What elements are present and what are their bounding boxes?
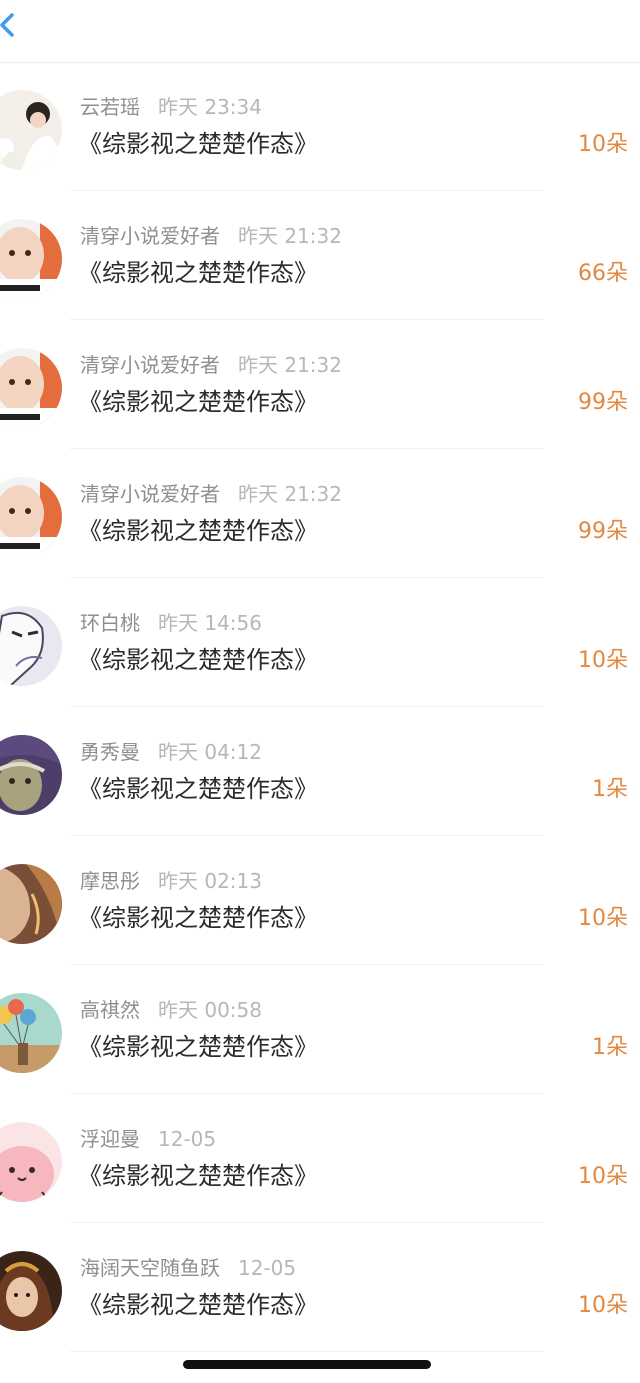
user-name[interactable]: 云若瑶 <box>80 95 140 119</box>
avatar[interactable] <box>0 993 62 1073</box>
home-indicator[interactable] <box>183 1360 431 1369</box>
record-meta: 海阔天空随鱼跃 12-05 <box>80 1255 296 1281</box>
record-meta: 环白桃 昨天 14:56 <box>80 610 262 636</box>
book-title[interactable]: 《综影视之楚楚作态》 <box>78 1031 318 1063</box>
avatar[interactable] <box>0 477 62 557</box>
avatar[interactable] <box>0 348 62 428</box>
user-name[interactable]: 环白桃 <box>80 611 140 635</box>
user-name[interactable]: 清穿小说爱好者 <box>80 482 220 506</box>
avatar[interactable] <box>0 90 62 170</box>
user-name[interactable]: 勇秀曼 <box>80 740 140 764</box>
top-bar <box>0 0 640 63</box>
user-name[interactable]: 海阔天空随鱼跃 <box>80 1256 220 1280</box>
record-meta: 清穿小说爱好者 昨天 21:32 <box>80 481 342 507</box>
timestamp: 昨天 21:32 <box>238 482 342 506</box>
avatar[interactable] <box>0 864 62 944</box>
list-item[interactable]: 清穿小说爱好者 昨天 21:32 《综影视之楚楚作态》 99朵 <box>0 449 640 578</box>
flower-count: 1朵 <box>592 777 628 802</box>
record-meta: 清穿小说爱好者 昨天 21:32 <box>80 352 342 378</box>
flower-count: 10朵 <box>578 906 628 931</box>
flower-count: 10朵 <box>578 1164 628 1189</box>
book-title[interactable]: 《综影视之楚楚作态》 <box>78 257 318 289</box>
book-title[interactable]: 《综影视之楚楚作态》 <box>78 1289 318 1321</box>
list-item[interactable]: 清穿小说爱好者 昨天 21:32 《综影视之楚楚作态》 66朵 <box>0 191 640 320</box>
book-title[interactable]: 《综影视之楚楚作态》 <box>78 773 318 805</box>
avatar[interactable] <box>0 1122 62 1202</box>
user-name[interactable]: 高祺然 <box>80 998 140 1022</box>
book-title[interactable]: 《综影视之楚楚作态》 <box>78 902 318 934</box>
list-item[interactable]: 环白桃 昨天 14:56 《综影视之楚楚作态》 10朵 <box>0 578 640 707</box>
timestamp: 12-05 <box>238 1256 297 1280</box>
flower-count: 99朵 <box>578 390 628 415</box>
gift-record-list: 云若瑶 昨天 23:34 《综影视之楚楚作态》 10朵 清穿小说爱好者 昨天 21:… <box>0 62 640 1352</box>
timestamp: 昨天 21:32 <box>238 224 342 248</box>
timestamp: 昨天 02:13 <box>158 869 262 893</box>
book-title[interactable]: 《综影视之楚楚作态》 <box>78 1160 318 1192</box>
user-name[interactable]: 摩思彤 <box>80 869 140 893</box>
record-meta: 清穿小说爱好者 昨天 21:32 <box>80 223 342 249</box>
book-title[interactable]: 《综影视之楚楚作态》 <box>78 128 318 160</box>
list-item[interactable]: 海阔天空随鱼跃 12-05 《综影视之楚楚作态》 10朵 <box>0 1223 640 1352</box>
avatar[interactable] <box>0 1251 62 1331</box>
record-meta: 云若瑶 昨天 23:34 <box>80 94 262 120</box>
record-meta: 摩思彤 昨天 02:13 <box>80 868 262 894</box>
user-name[interactable]: 浮迎曼 <box>80 1127 140 1151</box>
avatar[interactable] <box>0 735 62 815</box>
record-meta: 高祺然 昨天 00:58 <box>80 997 262 1023</box>
flower-count: 10朵 <box>578 1293 628 1318</box>
timestamp: 昨天 14:56 <box>158 611 262 635</box>
chevron-left-icon[interactable] <box>0 10 24 40</box>
flower-count: 99朵 <box>578 519 628 544</box>
list-item[interactable]: 清穿小说爱好者 昨天 21:32 《综影视之楚楚作态》 99朵 <box>0 320 640 449</box>
avatar[interactable] <box>0 606 62 686</box>
avatar[interactable] <box>0 219 62 299</box>
timestamp: 昨天 21:32 <box>238 353 342 377</box>
timestamp: 12-05 <box>158 1127 217 1151</box>
timestamp: 昨天 04:12 <box>158 740 262 764</box>
user-name[interactable]: 清穿小说爱好者 <box>80 353 220 377</box>
list-item[interactable]: 勇秀曼 昨天 04:12 《综影视之楚楚作态》 1朵 <box>0 707 640 836</box>
timestamp: 昨天 23:34 <box>158 95 262 119</box>
list-item[interactable]: 摩思彤 昨天 02:13 《综影视之楚楚作态》 10朵 <box>0 836 640 965</box>
list-item[interactable]: 云若瑶 昨天 23:34 《综影视之楚楚作态》 10朵 <box>0 62 640 191</box>
book-title[interactable]: 《综影视之楚楚作态》 <box>78 386 318 418</box>
record-meta: 勇秀曼 昨天 04:12 <box>80 739 262 765</box>
book-title[interactable]: 《综影视之楚楚作态》 <box>78 644 318 676</box>
book-title[interactable]: 《综影视之楚楚作态》 <box>78 515 318 547</box>
user-name[interactable]: 清穿小说爱好者 <box>80 224 220 248</box>
list-item[interactable]: 高祺然 昨天 00:58 《综影视之楚楚作态》 1朵 <box>0 965 640 1094</box>
flower-count: 66朵 <box>578 261 628 286</box>
list-item[interactable]: 浮迎曼 12-05 《综影视之楚楚作态》 10朵 <box>0 1094 640 1223</box>
timestamp: 昨天 00:58 <box>158 998 262 1022</box>
record-meta: 浮迎曼 12-05 <box>80 1126 216 1152</box>
flower-count: 10朵 <box>578 132 628 157</box>
flower-count: 1朵 <box>592 1035 628 1060</box>
flower-count: 10朵 <box>578 648 628 673</box>
